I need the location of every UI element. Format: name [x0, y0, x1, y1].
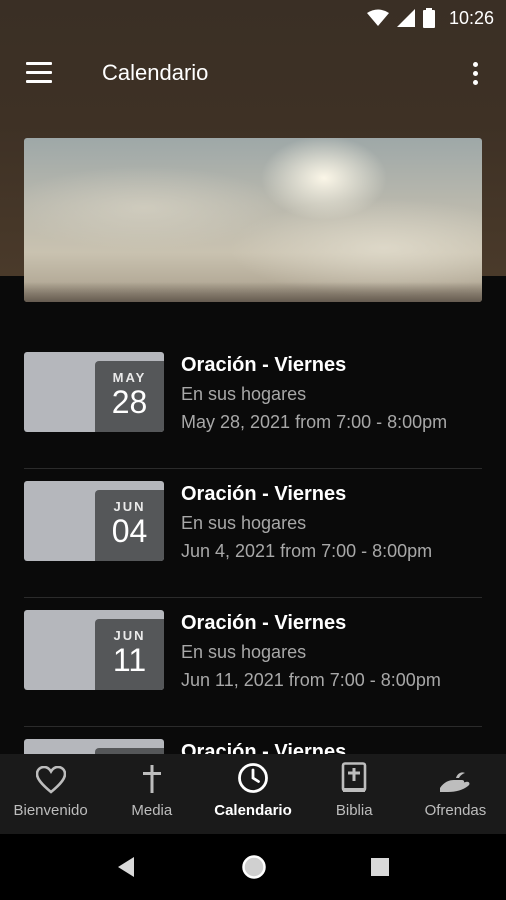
event-item[interactable]: JUN 11 Oración - Viernes En sus hogares … — [24, 598, 482, 727]
event-details: Oración - Viernes En sus hogares Jun 11,… — [181, 610, 481, 692]
date-box: MAY 28 — [95, 361, 164, 432]
hero-image — [24, 138, 482, 302]
home-icon[interactable] — [241, 854, 267, 880]
event-day: 28 — [111, 384, 148, 420]
event-item[interactable]: Oración - Viernes — [24, 727, 482, 754]
nav-label: Ofrendas — [424, 802, 487, 819]
event-details: Oración - Viernes — [181, 739, 481, 754]
event-month: JUN — [113, 499, 146, 514]
clock-icon — [238, 763, 268, 793]
event-location: En sus hogares — [181, 384, 307, 404]
page-title: Calendario — [102, 60, 209, 85]
event-title: Oración - Viernes — [181, 483, 347, 505]
calendar-tile: JUN 11 — [24, 610, 164, 690]
event-datetime: May 28, 2021 from 7:00 - 8:00pm — [181, 412, 448, 432]
calendar-tile: JUN 04 — [24, 481, 164, 561]
more-options-icon[interactable] — [464, 60, 488, 88]
nav-label: Media — [131, 802, 173, 819]
status-bar: 10:26 — [0, 0, 506, 36]
event-details: Oración - Viernes En sus hogares May 28,… — [181, 352, 481, 434]
event-title: Oración - Viernes — [181, 612, 347, 634]
nav-bienvenido[interactable]: Bienvenido — [0, 754, 101, 834]
status-time: 10:26 — [448, 7, 494, 28]
date-box: JUN 04 — [95, 490, 164, 561]
giving-hand-icon — [440, 772, 470, 792]
bottom-navigation: Bienvenido Media Calendario Biblia Ofren… — [0, 754, 506, 834]
cross-icon — [142, 765, 161, 793]
event-day: 11 — [112, 642, 147, 678]
signal-icon — [396, 9, 415, 27]
status-icons: 10:26 — [366, 6, 494, 30]
bible-icon — [341, 762, 367, 792]
event-title: Oración - Viernes — [181, 741, 347, 754]
event-location: En sus hogares — [181, 642, 307, 662]
event-location: En sus hogares — [181, 513, 307, 533]
event-datetime: Jun 4, 2021 from 7:00 - 8:00pm — [181, 541, 433, 561]
app-bar: Calendario — [0, 36, 506, 112]
wifi-icon — [366, 9, 389, 26]
calendar-tile: MAY 28 — [24, 352, 164, 432]
nav-ofrendas[interactable]: Ofrendas — [405, 754, 506, 834]
nav-media[interactable]: Media — [101, 754, 202, 834]
menu-icon[interactable] — [24, 60, 54, 86]
event-month: JUN — [113, 628, 146, 643]
battery-icon — [422, 8, 435, 28]
date-box: JUN 11 — [95, 619, 164, 690]
nav-calendario[interactable]: Calendario — [202, 754, 303, 834]
nav-label: Calendario — [214, 802, 292, 819]
event-details: Oración - Viernes En sus hogares Jun 4, … — [181, 481, 481, 563]
event-datetime: Jun 11, 2021 from 7:00 - 8:00pm — [181, 670, 441, 690]
calendar-tile — [24, 739, 164, 754]
event-month: MAY — [112, 370, 147, 385]
hero-horizon — [24, 282, 482, 302]
event-list[interactable]: MAY 28 Oración - Viernes En sus hogares … — [24, 340, 482, 754]
heart-icon — [35, 766, 66, 794]
event-item[interactable]: JUN 04 Oración - Viernes En sus hogares … — [24, 469, 482, 598]
nav-biblia[interactable]: Biblia — [304, 754, 405, 834]
recents-icon[interactable] — [371, 858, 389, 876]
event-day: 04 — [111, 513, 148, 549]
nav-label: Bienvenido — [13, 802, 88, 819]
nav-label: Biblia — [335, 802, 373, 819]
system-navigation-bar — [0, 834, 506, 900]
event-item[interactable]: MAY 28 Oración - Viernes En sus hogares … — [24, 340, 482, 469]
event-title: Oración - Viernes — [181, 354, 347, 376]
back-icon[interactable] — [116, 856, 136, 878]
